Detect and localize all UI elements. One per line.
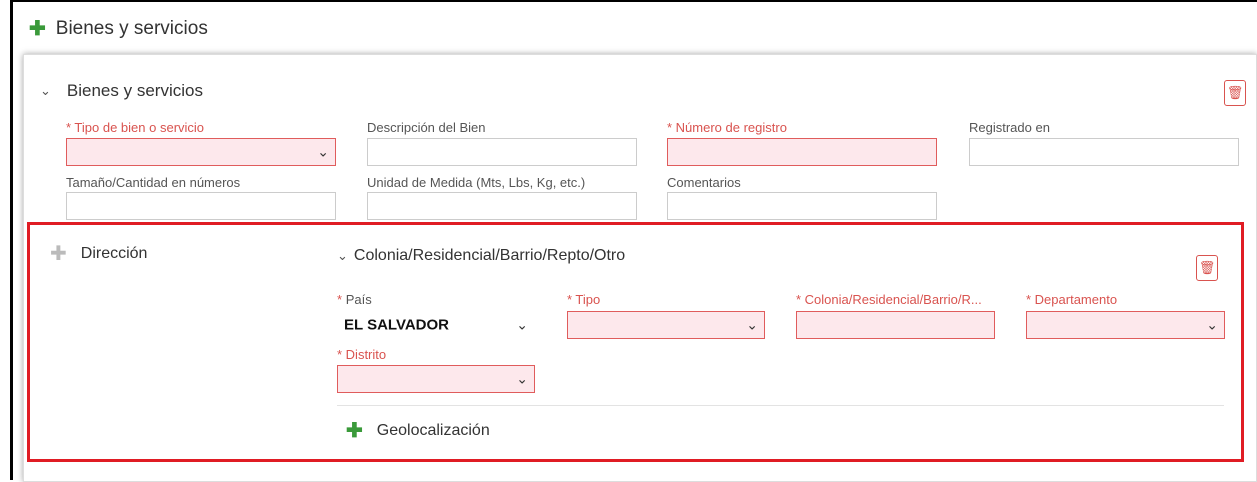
geolocalizacion-toggle[interactable]: ✚ Geolocalización	[346, 421, 490, 441]
pais-required-star: *	[337, 292, 343, 307]
chevron-down-icon: ⌄	[746, 316, 758, 333]
delete-direccion-button[interactable]: 🗑	[1196, 255, 1218, 281]
departamento-select[interactable]: ⌄	[1026, 311, 1225, 339]
direccion-toggle[interactable]: ✚ Dirección	[50, 244, 147, 264]
pais-value: EL SALVADOR	[344, 316, 450, 334]
unidad-label: Unidad de Medida (Mts, Lbs, Kg, etc.)	[367, 175, 586, 190]
numero-registro-label: * Número de registro	[667, 120, 787, 135]
comentarios-label: Comentarios	[667, 175, 741, 190]
chevron-down-icon: ⌄	[516, 370, 528, 387]
registrado-en-input[interactable]	[969, 138, 1239, 166]
highlight-box	[27, 222, 1244, 462]
chevron-down-icon[interactable]: ⌄	[337, 248, 348, 264]
distrito-label: * Distrito	[337, 347, 387, 362]
colonia-subsection-title: Colonia/Residencial/Barrio/Repto/Otro	[353, 247, 626, 264]
trash-icon: 🗑	[1226, 85, 1244, 100]
descripcion-input[interactable]	[367, 138, 637, 166]
plus-icon[interactable]: ✚	[50, 244, 67, 264]
section-toggle[interactable]: ⌄ Bienes y servicios	[40, 81, 203, 101]
numero-registro-input[interactable]	[667, 138, 937, 166]
tipo-bien-label: * Tipo de bien o servicio	[66, 120, 205, 135]
geolocalizacion-label: Geolocalización	[376, 422, 490, 439]
colonia-input[interactable]	[796, 311, 995, 339]
divider	[337, 405, 1224, 406]
pais-label-text: País	[345, 292, 372, 307]
section-title: Bienes y servicios	[66, 81, 203, 100]
tipo-bien-select[interactable]: ⌄	[66, 138, 336, 166]
distrito-select[interactable]: ⌄	[337, 365, 535, 393]
plus-icon[interactable]: ✚	[29, 19, 46, 39]
unidad-input[interactable]	[367, 192, 637, 220]
trash-icon: 🗑	[1198, 260, 1216, 275]
plus-icon[interactable]: ✚	[346, 421, 363, 441]
comentarios-input[interactable]	[667, 192, 937, 220]
pais-select[interactable]: EL SALVADOR ⌄	[337, 311, 535, 339]
delete-section-button[interactable]: 🗑	[1224, 80, 1246, 106]
pais-label: * País	[337, 292, 372, 307]
direccion-label: Dirección	[80, 245, 148, 262]
tamano-input[interactable]	[66, 192, 336, 220]
bienes-header[interactable]: ✚ Bienes y servicios	[29, 18, 208, 40]
chevron-down-icon: ⌄	[317, 143, 329, 160]
colonia-label: * Colonia/Residencial/Barrio/R...	[796, 292, 982, 307]
tipo-select[interactable]: ⌄	[567, 311, 765, 339]
chevron-down-icon[interactable]: ⌄	[40, 83, 51, 99]
tipo-label: * Tipo	[567, 292, 601, 307]
chevron-down-icon: ⌄	[1206, 316, 1218, 333]
registrado-en-label: Registrado en	[969, 120, 1050, 135]
departamento-label: * Departamento	[1026, 292, 1118, 307]
colonia-subsection-toggle[interactable]: ⌄ Colonia/Residencial/Barrio/Repto/Otro	[337, 247, 625, 265]
bienes-header-title: Bienes y servicios	[55, 18, 208, 39]
tamano-label: Tamaño/Cantidad en números	[66, 175, 241, 190]
chevron-down-icon: ⌄	[516, 316, 528, 333]
descripcion-label: Descripción del Bien	[367, 120, 486, 135]
